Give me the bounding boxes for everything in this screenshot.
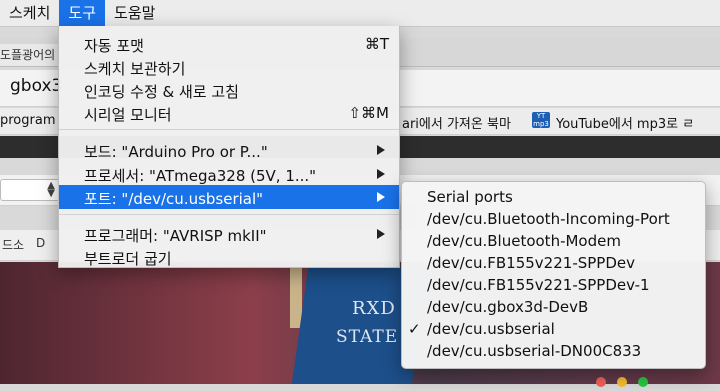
menubar-help[interactable]: 도움말 <box>105 0 164 26</box>
toolbar-label-d[interactable]: D <box>36 236 45 250</box>
menu-item-board[interactable]: 보드: "Arduino Pro or P..." <box>59 138 399 162</box>
menu-item-processor[interactable]: 프로세서: "ATmega328 (5V, 1..." <box>59 162 399 186</box>
port-label: /dev/cu.FB155v221-SPPDev <box>427 254 635 272</box>
menubar-tools[interactable]: 도구 <box>59 0 106 26</box>
select-arrows-icon: ▲ ▼ <box>47 180 55 199</box>
toolbar-label: 드소 <box>2 238 25 252</box>
port-label: /dev/cu.usbserial <box>427 320 555 338</box>
menu-item-shortcut: ⇧⌘M <box>348 104 389 122</box>
menu-item-serial-monitor[interactable]: 시리얼 모니터 ⇧⌘M <box>59 101 399 125</box>
port-label: /dev/cu.gbox3d-DevB <box>427 298 589 316</box>
bookmark-program[interactable]: program <box>0 113 56 128</box>
checkmark-icon: ✓ <box>408 320 421 338</box>
submenu-title: Serial ports <box>427 188 513 206</box>
menu-item-port[interactable]: 포트: "/dev/cu.usbserial" <box>59 185 399 209</box>
port-submenu: Serial ports /dev/cu.Bluetooth-Incoming-… <box>401 181 706 369</box>
bookmark-safari-import[interactable]: ari에서 가져온 북마 <box>402 113 511 132</box>
menu-item-label: 보드: "Arduino Pro or P..." <box>84 143 268 161</box>
menubar: 스케치 도구 도움말 <box>0 0 720 27</box>
menu-item-label: 자동 포맷 <box>84 37 144 55</box>
menu-item-label: 부트로더 굽기 <box>84 250 172 268</box>
menu-item-label: 인코딩 수정 & 새로 고침 <box>84 83 239 101</box>
address-text[interactable]: gbox3 <box>10 76 62 96</box>
menu-item-label: 프로그래머: "AVRISP mkII" <box>84 227 267 245</box>
submenu-arrow-icon <box>377 169 385 179</box>
zoom-window-icon[interactable] <box>638 377 649 387</box>
menu-item-auto-format[interactable]: 자동 포맷 ⌘T <box>59 32 399 56</box>
port-item[interactable]: /dev/cu.Bluetooth-Incoming-Port <box>402 209 705 231</box>
bookmark-youtube-mp3[interactable]: YouTube에서 mp3로 ㄹ <box>556 113 694 132</box>
menu-separator <box>59 129 399 130</box>
submenu-arrow-icon <box>377 145 385 155</box>
menu-item-label: 프로세서: "ATmega328 (5V, 1..." <box>84 167 317 185</box>
minimize-window-icon[interactable] <box>617 377 628 387</box>
browser-tab[interactable]: 도플광어의 <box>0 44 60 66</box>
close-window-icon[interactable] <box>596 377 606 387</box>
tools-menu: 자동 포맷 ⌘T 스케치 보관하기 인코딩 수정 & 새로 고침 시리얼 모니터… <box>58 26 400 268</box>
menu-item-label: 스케치 보관하기 <box>84 60 186 78</box>
port-item[interactable]: /dev/cu.FB155v221-SPPDev <box>402 253 705 275</box>
port-item[interactable]: /dev/cu.usbserial-DN00C833 <box>402 341 705 363</box>
board-label-state: STATE <box>336 327 399 347</box>
menu-item-label: 시리얼 모니터 <box>84 106 172 124</box>
port-item[interactable]: /dev/cu.FB155v221-SPPDev-1 <box>402 275 705 297</box>
youtube-mp3-icon: YT mp3 <box>532 112 550 128</box>
submenu-arrow-icon <box>377 192 385 202</box>
port-label: /dev/cu.usbserial-DN00C833 <box>427 342 642 360</box>
menubar-sketch[interactable]: 스케치 <box>0 0 59 26</box>
menu-item-fix-encoding[interactable]: 인코딩 수정 & 새로 고침 <box>59 78 399 102</box>
menu-item-label: 포트: "/dev/cu.usbserial" <box>84 190 264 208</box>
menu-item-burn-bootloader[interactable]: 부트로더 굽기 <box>59 245 399 269</box>
port-label: /dev/cu.FB155v221-SPPDev-1 <box>427 276 650 294</box>
window-controls <box>596 372 654 391</box>
board-label-rxd: RXD <box>352 298 396 319</box>
port-item[interactable]: /dev/cu.Bluetooth-Modem <box>402 231 705 253</box>
font-select[interactable]: ▲ ▼ <box>0 179 60 201</box>
menu-item-programmer[interactable]: 프로그래머: "AVRISP mkII" <box>59 222 399 246</box>
menu-item-archive-sketch[interactable]: 스케치 보관하기 <box>59 55 399 79</box>
port-label: /dev/cu.Bluetooth-Incoming-Port <box>427 210 670 228</box>
menu-item-shortcut: ⌘T <box>364 35 389 53</box>
port-item[interactable]: /dev/cu.gbox3d-DevB <box>402 297 705 319</box>
port-label: /dev/cu.Bluetooth-Modem <box>427 232 621 250</box>
menu-separator <box>59 214 399 215</box>
submenu-arrow-icon <box>377 229 385 239</box>
port-item-selected[interactable]: ✓ /dev/cu.usbserial <box>402 319 705 341</box>
